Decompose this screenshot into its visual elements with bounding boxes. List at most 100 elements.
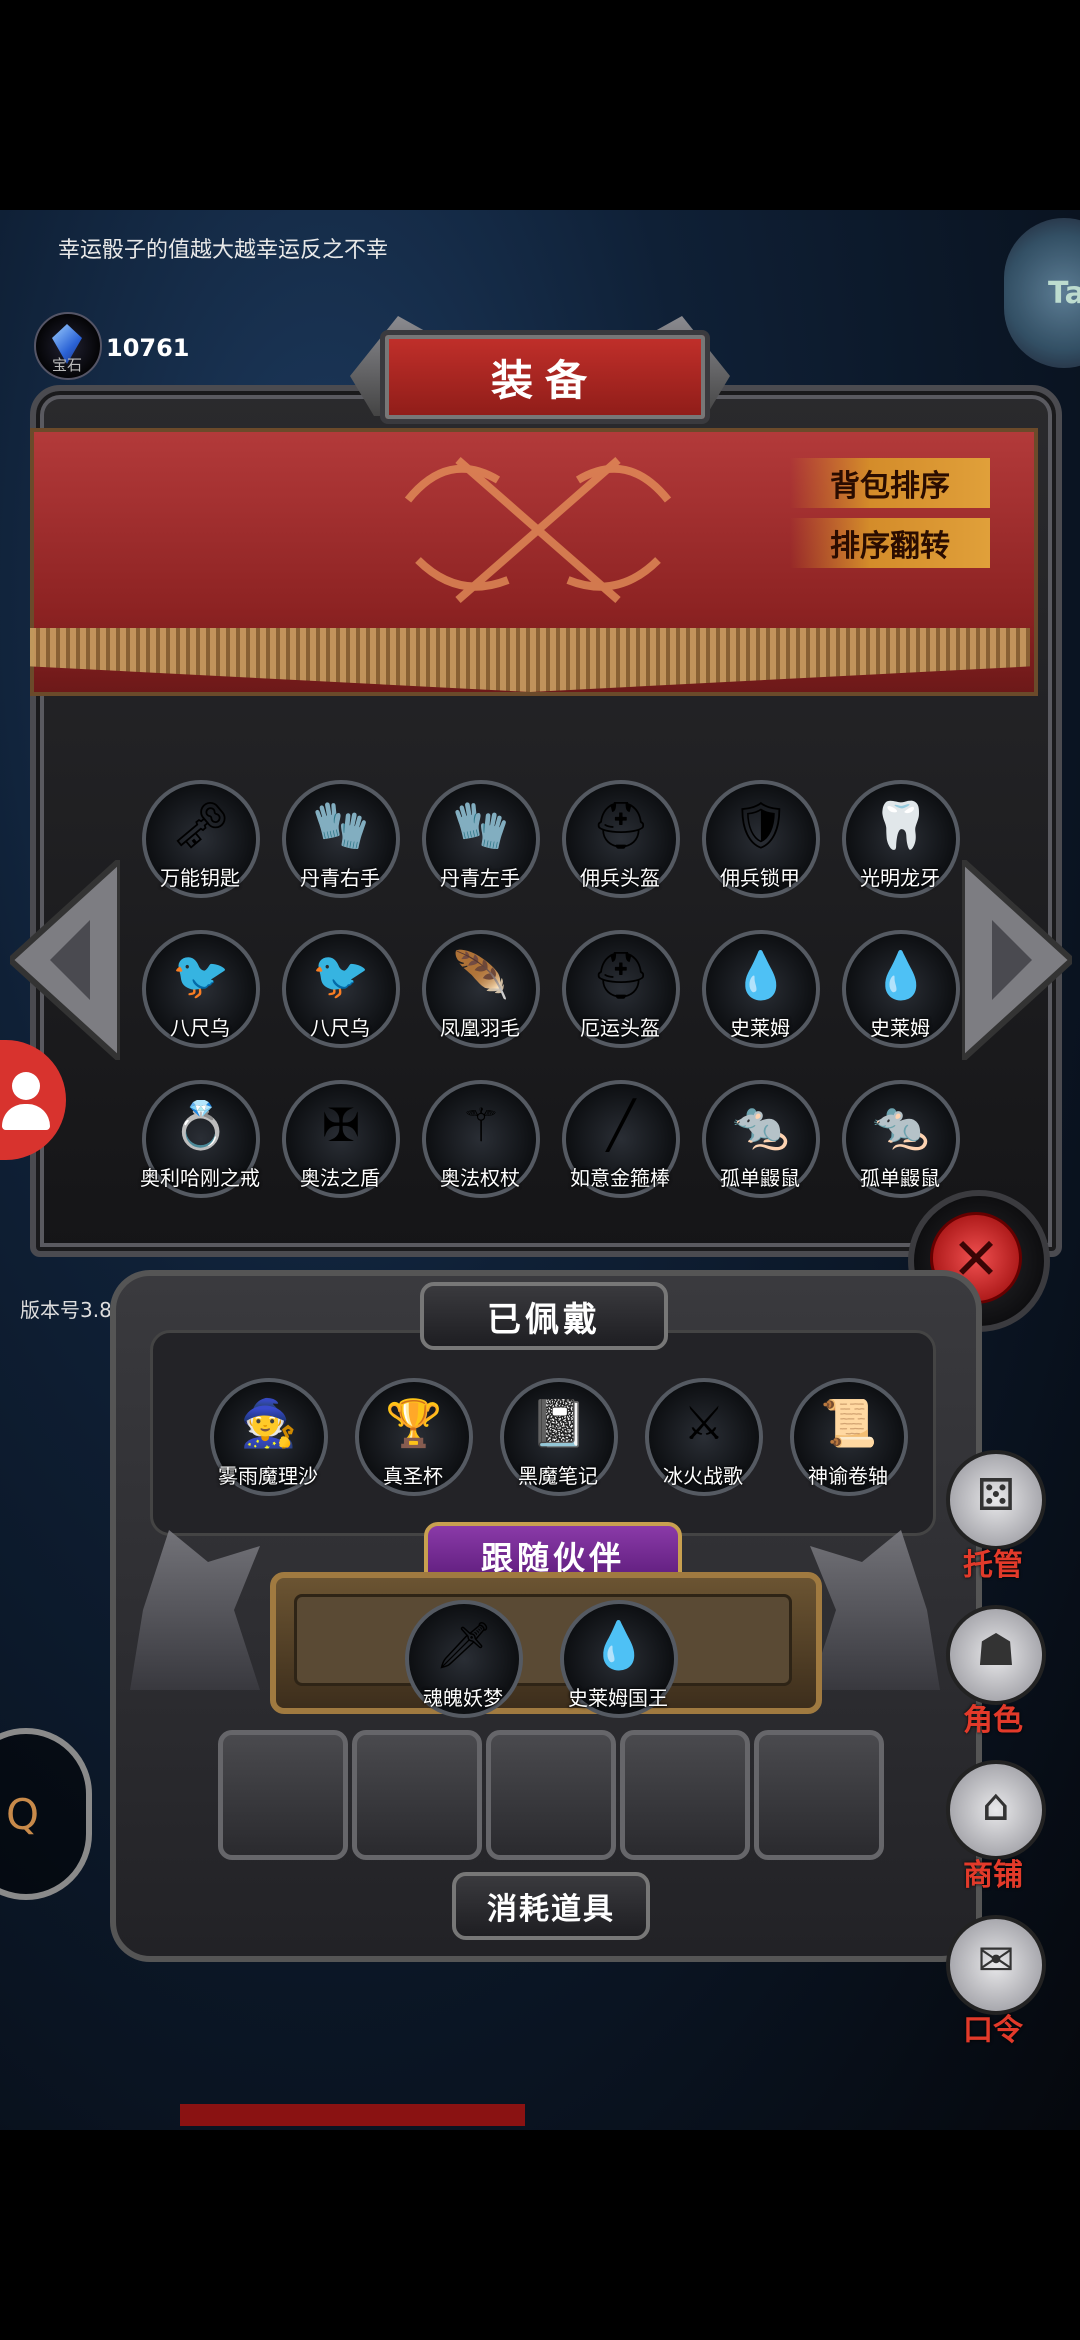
inventory-item[interactable]: ⛑ 厄运头盔 <box>562 930 680 1048</box>
grail-icon-glyph: 🏆 <box>385 1396 443 1450</box>
side-menu-item[interactable]: ⌂ 商铺 <box>938 1760 1048 1910</box>
item-label: 史莱姆国王 <box>568 1686 668 1710</box>
inventory-item[interactable]: 🪶 凤凰羽毛 <box>422 930 540 1048</box>
item-label: 史莱姆 <box>870 1016 930 1040</box>
inventory-item[interactable]: ✠ 奥法之盾 <box>282 1080 400 1198</box>
equipped-item[interactable]: 🏆 真圣杯 <box>355 1378 473 1496</box>
side-menu-item[interactable]: ☗ 角色 <box>938 1605 1048 1755</box>
equipped-item[interactable]: ⚔ 冰火战歌 <box>645 1378 763 1496</box>
hooded-figure-icon: ☗ <box>946 1605 1046 1705</box>
consumables-title: 消耗道具 <box>452 1872 650 1940</box>
user-icon-body <box>2 1104 50 1130</box>
helmet-icon-glyph: ⛑ <box>591 798 651 852</box>
item-label: 万能钥匙 <box>160 866 240 890</box>
inventory-item[interactable]: 🐦 八尺乌 <box>142 930 260 1048</box>
side-menu-item[interactable]: ✉ 口令 <box>938 1915 1048 2065</box>
crow-icon-glyph: 🐦 <box>312 948 370 1002</box>
item-label: 奥法权杖 <box>440 1166 520 1190</box>
version-label: 版本号3.81 <box>20 1298 125 1322</box>
inventory-item[interactable]: 🗝 万能钥匙 <box>142 780 260 898</box>
consumable-slot[interactable] <box>352 1730 482 1860</box>
inventory-item[interactable]: ⛑ 佣兵头盔 <box>562 780 680 898</box>
ring-icon-glyph: 💍 <box>172 1098 230 1152</box>
item-label: 黑魔笔记 <box>518 1464 598 1488</box>
mole-icon-glyph: 🐀 <box>872 1098 930 1152</box>
crossed-swords-emblem-icon <box>404 456 672 604</box>
arrow-left-icon <box>5 853 123 1067</box>
companion-item[interactable]: 🗡 魂魄妖梦 <box>405 1600 523 1718</box>
item-label: 佣兵锁甲 <box>720 866 800 890</box>
swords-icon-glyph: ⚔ <box>683 1396 725 1450</box>
slime-icon-glyph: 💧 <box>732 948 790 1002</box>
inventory-item[interactable]: ⚚ 奥法权杖 <box>422 1080 540 1198</box>
item-label: 史莱姆 <box>730 1016 790 1040</box>
gem-count: 10761 <box>106 334 190 362</box>
hint-text: 幸运骰子的值越大越幸运反之不幸 <box>58 238 389 263</box>
consumable-slot[interactable] <box>620 1730 750 1860</box>
side-menu-label: 商铺 <box>963 1858 1023 1893</box>
rod-icon-glyph: ╱ <box>607 1098 635 1152</box>
witch-icon-glyph: 🧙 <box>240 1396 298 1450</box>
book-icon-glyph: 📓 <box>530 1396 588 1450</box>
equipped-item[interactable]: 📜 神谕卷轴 <box>790 1378 908 1496</box>
inventory-item[interactable]: 🧤 丹青左手 <box>422 780 540 898</box>
inventory-item[interactable]: 🦷 光明龙牙 <box>842 780 960 898</box>
consumable-slot[interactable] <box>754 1730 884 1860</box>
feather-icon-glyph: 🪶 <box>452 948 510 1002</box>
inventory-item[interactable]: 💧 史莱姆 <box>702 930 820 1048</box>
crow-icon-glyph: 🐦 <box>172 948 230 1002</box>
side-menu-label: 角色 <box>963 1703 1023 1738</box>
inventory-item[interactable]: 🧤 丹青右手 <box>282 780 400 898</box>
next-page-arrow[interactable] <box>959 853 1077 1067</box>
inventory-item[interactable]: 🐦 八尺乌 <box>282 930 400 1048</box>
item-label: 真圣杯 <box>383 1464 443 1488</box>
item-label: 丹青左手 <box>440 866 520 890</box>
gem-label: 宝石 <box>52 356 83 374</box>
item-label: 光明龙牙 <box>860 866 940 890</box>
inventory-item[interactable]: 💍 奥利哈刚之戒 <box>140 1080 260 1198</box>
shop-icon: ⌂ <box>946 1760 1046 1860</box>
item-label: 八尺乌 <box>310 1016 370 1040</box>
item-label: 孤单鼹鼠 <box>860 1166 940 1190</box>
item-label: 魂魄妖梦 <box>423 1686 503 1710</box>
item-label: 厄运头盔 <box>580 1016 660 1040</box>
equipped-item[interactable]: 🧙 雾雨魔理沙 <box>210 1378 328 1496</box>
scroll-icon-glyph: 📜 <box>820 1396 878 1450</box>
prev-page-arrow[interactable] <box>5 853 123 1067</box>
inventory-item[interactable]: 💧 史莱姆 <box>842 930 960 1048</box>
key-icon-glyph: 🗝 <box>171 798 231 852</box>
staff-icon-glyph: ⚚ <box>460 1098 502 1152</box>
side-menu-label: 口令 <box>963 2013 1023 2048</box>
item-label: 八尺乌 <box>170 1016 230 1040</box>
slime-icon-glyph: 💧 <box>872 948 930 1002</box>
sort-bag-button[interactable]: 背包排序 <box>790 458 990 508</box>
hooded-figure-icon-glyph: ☗ <box>976 1625 1016 1676</box>
chainmail-icon-glyph: 🛡 <box>731 798 791 852</box>
item-label: 凤凰羽毛 <box>440 1016 520 1040</box>
equipped-item[interactable]: 📓 黑魔笔记 <box>500 1378 618 1496</box>
companion-frame-inner <box>294 1594 792 1686</box>
user-icon <box>12 1072 40 1100</box>
shop-icon-glyph: ⌂ <box>982 1780 1010 1831</box>
bottom-health-bar <box>180 2104 525 2126</box>
item-label: 奥法之盾 <box>300 1166 380 1190</box>
inventory-item[interactable]: 🛡 佣兵锁甲 <box>702 780 820 898</box>
side-menu-item[interactable]: ⚄ 托管 <box>938 1450 1048 1600</box>
inventory-item[interactable]: ╱ 如意金箍棒 <box>562 1080 680 1198</box>
left-quick-button[interactable]: Q <box>0 1728 92 1900</box>
tap-helper-label: Ta <box>1048 276 1080 311</box>
side-menu-label: 托管 <box>963 1548 1023 1583</box>
swordgirl-icon-glyph: 🗡 <box>434 1618 494 1672</box>
arrow-right-icon <box>959 853 1077 1067</box>
password-book-icon: ✉ <box>946 1915 1046 2015</box>
consumable-slot[interactable] <box>486 1730 616 1860</box>
password-book-icon-glyph: ✉ <box>977 1935 1015 1986</box>
item-label: 佣兵头盔 <box>580 866 660 890</box>
consumable-slot[interactable] <box>218 1730 348 1860</box>
item-label: 冰火战歌 <box>663 1464 743 1488</box>
reverse-sort-button[interactable]: 排序翻转 <box>790 518 990 568</box>
inventory-item[interactable]: 🐀 孤单鼹鼠 <box>842 1080 960 1198</box>
inventory-item[interactable]: 🐀 孤单鼹鼠 <box>702 1080 820 1198</box>
item-label: 如意金箍棒 <box>570 1166 670 1190</box>
companion-item[interactable]: 💧 史莱姆国王 <box>560 1600 678 1718</box>
